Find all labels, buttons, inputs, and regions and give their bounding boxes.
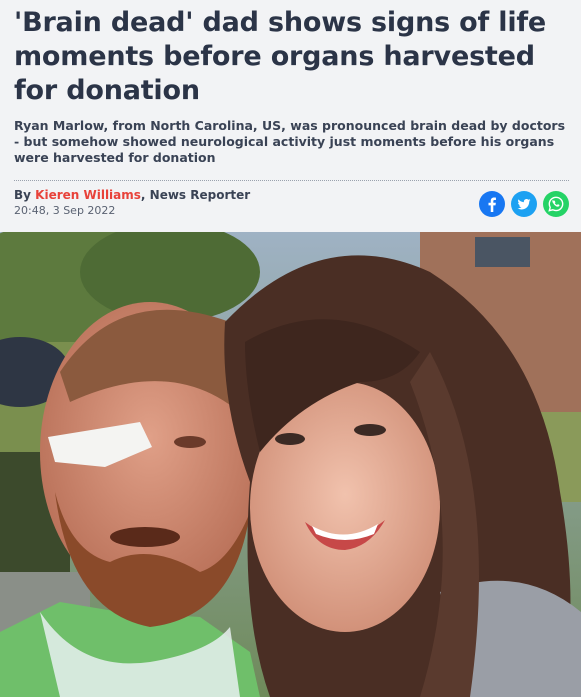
twitter-share-button[interactable] (511, 191, 537, 217)
share-buttons (479, 191, 569, 217)
article-photo (0, 232, 581, 697)
whatsapp-icon (543, 191, 569, 217)
byline-prefix: By (14, 188, 36, 202)
author-link[interactable]: Kieren Williams (35, 188, 141, 202)
divider (14, 180, 569, 181)
article-standfirst: Ryan Marlow, from North Carolina, US, wa… (14, 118, 566, 165)
couple-selfie-image (0, 232, 581, 697)
article-headline: 'Brain dead' dad shows signs of life mom… (14, 7, 547, 106)
twitter-icon (511, 191, 537, 217)
facebook-share-button[interactable] (479, 191, 505, 217)
article-page: 'Brain dead' dad shows signs of life mom… (0, 0, 581, 697)
author-role: , News Reporter (140, 188, 251, 202)
whatsapp-share-button[interactable] (543, 191, 569, 217)
byline-row: By Kieren Williams, News Reporter 20:48,… (14, 187, 569, 233)
facebook-icon (479, 191, 505, 217)
